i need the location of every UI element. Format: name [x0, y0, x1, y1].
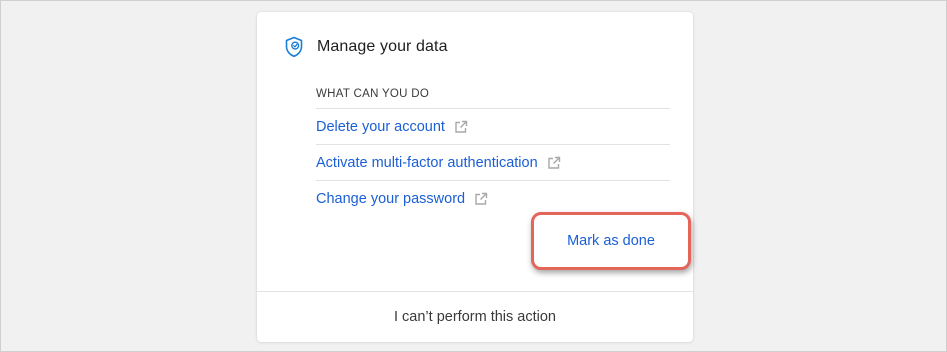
card-title: Manage your data [317, 38, 448, 55]
link-label: Delete your account [316, 118, 445, 135]
link-label: Change your password [316, 190, 466, 207]
section-label: WHAT CAN YOU DO [316, 88, 430, 100]
external-link-icon [474, 192, 488, 206]
external-link-icon [547, 156, 561, 170]
card-header: Manage your data [284, 36, 448, 58]
manage-data-card: Manage your data WHAT CAN YOU DO Delete … [257, 12, 693, 342]
mark-as-done-button[interactable]: Mark as done [531, 212, 691, 270]
cannot-perform-action-button[interactable]: I can’t perform this action [257, 292, 693, 342]
external-link-icon [454, 120, 468, 134]
change-password-link[interactable]: Change your password [316, 181, 670, 216]
activate-mfa-link[interactable]: Activate multi-factor authentication [316, 145, 670, 181]
delete-account-link[interactable]: Delete your account [316, 109, 670, 145]
link-label: Activate multi-factor authentication [316, 154, 538, 171]
shield-check-icon [284, 36, 304, 58]
action-links-list: Delete your account Activate multi-facto… [316, 108, 670, 216]
